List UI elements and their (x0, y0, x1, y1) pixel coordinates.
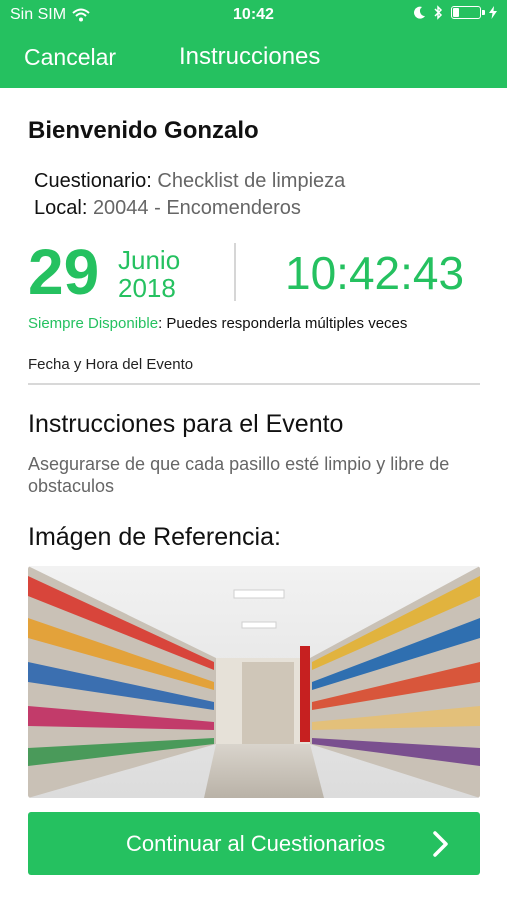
reference-image (28, 566, 480, 798)
nav-bar: Cancelar Instrucciones (0, 30, 507, 88)
instructions-heading: Instrucciones para el Evento (28, 410, 344, 438)
store-label: Local: (34, 197, 88, 219)
greeting-heading: Bienvenido Gonzalo (28, 117, 259, 144)
questionnaire-label: Cuestionario: (34, 170, 152, 192)
event-month: Junio (118, 245, 181, 275)
chevron-right-icon (433, 831, 448, 857)
date-time-divider (234, 243, 236, 301)
continue-button-label: Continuar al Cuestionarios (126, 831, 386, 856)
moon-icon (414, 6, 425, 19)
instructions-text: Asegurarse de que cada pasillo esté limp… (28, 454, 450, 496)
status-bar: Sin SIM 10:42 (0, 0, 507, 30)
availability-note: Siempre Disponible: Puedes responderla m… (28, 315, 407, 332)
supermarket-aisle-image (28, 566, 480, 798)
reference-heading: Imágen de Referencia: (28, 523, 281, 551)
section-divider (28, 383, 480, 385)
event-day: 29 (28, 236, 100, 308)
bluetooth-icon (434, 5, 443, 20)
continue-button[interactable]: Continuar al Cuestionarios (28, 812, 480, 875)
store-value: 20044 - Encomenderos (92, 197, 301, 219)
questionnaire-row: Cuestionario: Checklist de limpieza (34, 170, 345, 193)
status-icons (414, 5, 497, 20)
availability-label: Siempre Disponible (28, 315, 159, 332)
cancel-button[interactable]: Cancelar (24, 44, 116, 71)
battery-fill (453, 8, 459, 17)
page-title: Instrucciones (179, 43, 321, 70)
availability-text: : Puedes responderla múltiples veces (158, 315, 408, 332)
charging-icon (489, 6, 497, 19)
questionnaire-value: Checklist de limpieza (157, 170, 346, 192)
event-year: 2018 (118, 273, 176, 303)
battery-icon (451, 6, 485, 19)
store-row: Local: 20044 - Encomenderos (34, 197, 301, 220)
event-datetime-label: Fecha y Hora del Evento (28, 356, 194, 373)
event-month-year: Junio 2018 (118, 246, 180, 302)
event-time: 10:42:43 (285, 247, 465, 299)
